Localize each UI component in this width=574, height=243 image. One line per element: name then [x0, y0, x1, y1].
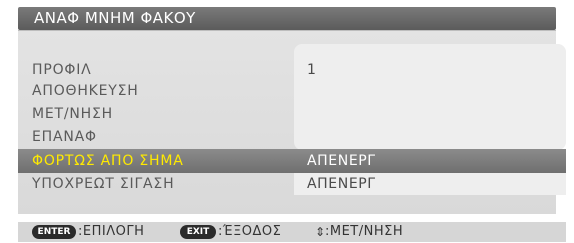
move-action-label: :ΜΕΤ/ΝΗΣΗ — [325, 224, 404, 239]
menu-item-move[interactable]: ΜΕΤ/ΝΗΣΗ — [32, 104, 113, 124]
enter-key-badge: ENTER — [32, 225, 76, 239]
value-box — [294, 44, 566, 150]
title-bar: ΑΝΑΦ ΜΝΗΜ ΦΑΚΟΥ — [18, 7, 556, 30]
footer-help-bar: ENTER :ΕΠΙΛΟΓΗ EXIT :ΈΞΟΔΟΣ ⇕ :ΜΕΤ/ΝΗΣΗ — [18, 222, 566, 242]
up-down-arrow-icon: ⇕ — [315, 225, 326, 239]
menu-item-profile[interactable]: ΠΡΟΦΙΛ — [32, 60, 92, 80]
exit-key-badge: EXIT — [180, 225, 216, 239]
forced-mute-value[interactable]: ΑΠΕΝΕΡΓ — [307, 174, 376, 194]
menu-item-forced-mute[interactable]: ΥΠΟΧΡΕΩΤ ΣΙΓΑΣΗ — [32, 174, 174, 194]
menu-item-store[interactable]: ΑΠΟΘΗΚΕΥΣΗ — [32, 81, 139, 101]
load-by-signal-value[interactable]: ΑΠΕΝΕΡΓ — [307, 151, 376, 171]
profile-value[interactable]: 1 — [307, 60, 317, 80]
menu-item-reset[interactable]: ΕΠΑΝΑΦ — [32, 127, 97, 147]
menu-item-load-by-signal[interactable]: ΦΟΡΤΩΣ ΑΠΟ ΣΗΜΑ — [32, 151, 184, 171]
lens-memory-reference-menu: ΑΝΑΦ ΜΝΗΜ ΦΑΚΟΥ ΠΡΟΦΙΛ 1 ΑΠΟΘΗΚΕΥΣΗ ΜΕΤ/… — [0, 0, 574, 243]
exit-action-label: :ΈΞΟΔΟΣ — [218, 224, 282, 239]
enter-action-label: :ΕΠΙΛΟΓΗ — [78, 224, 145, 239]
menu-title: ΑΝΑΦ ΜΝΗΜ ΦΑΚΟΥ — [34, 9, 196, 27]
